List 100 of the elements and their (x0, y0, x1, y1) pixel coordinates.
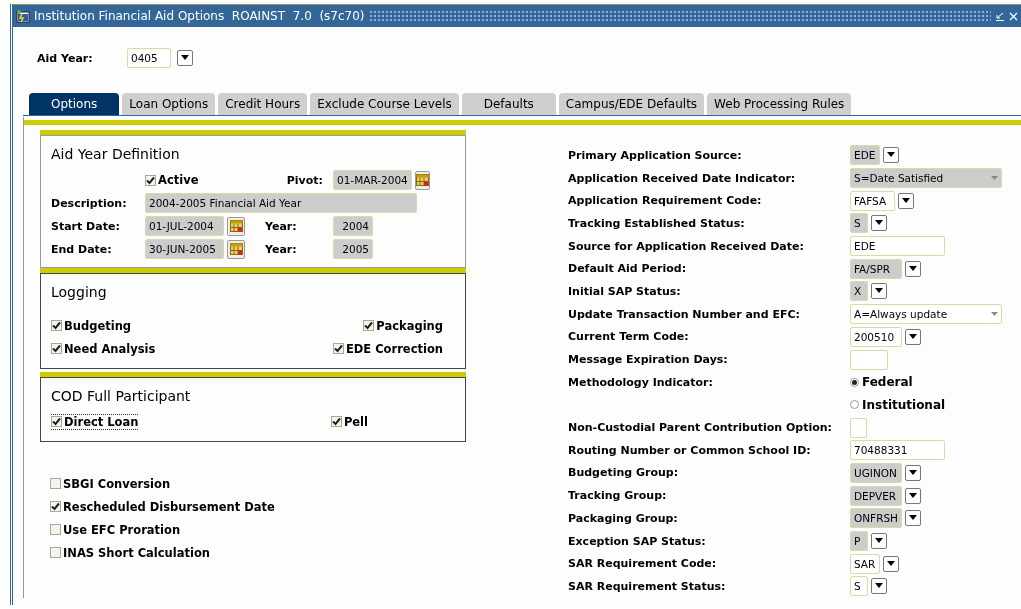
tab[interactable]: Defaults (461, 93, 556, 115)
dropdown-button[interactable] (871, 533, 887, 550)
checkbox[interactable] (363, 320, 375, 331)
input-field[interactable]: UGINON (850, 462, 903, 483)
tab[interactable]: Options (29, 93, 120, 115)
checkbox[interactable] (50, 547, 61, 558)
caret-icon (887, 560, 896, 567)
input-field[interactable]: DEPVER (850, 485, 903, 506)
input-field[interactable]: X (850, 281, 868, 302)
calendar-icon[interactable] (227, 216, 245, 236)
caret-icon (991, 175, 998, 181)
dropdown-button[interactable] (905, 260, 922, 277)
calendar-icon[interactable] (414, 170, 430, 190)
window-title: Institution Financial Aid Options ROAINST 7.0 (s7c70) (34, 9, 365, 23)
dropdown-field[interactable]: S=Date Satisfied (850, 168, 1002, 189)
dropdown-button[interactable] (898, 192, 914, 209)
input-field[interactable]: 70488331 (850, 440, 945, 461)
dropdown-button[interactable] (883, 555, 900, 572)
dropdown-field[interactable]: A=Always update (850, 304, 1002, 325)
checkbox[interactable] (51, 416, 62, 427)
field-label: End Date: (51, 242, 113, 256)
input-field[interactable]: 2005 (333, 239, 373, 259)
checkbox[interactable] (50, 524, 61, 535)
caret-icon (875, 538, 883, 545)
checkbox-option[interactable]: Use EFC Proration (50, 521, 181, 538)
dropdown-button[interactable] (883, 147, 900, 164)
checkbox[interactable] (330, 416, 342, 427)
input-field[interactable]: P (850, 531, 868, 552)
tab[interactable]: Campus/EDE Defaults (558, 93, 705, 115)
input-field[interactable]: EDE (850, 145, 881, 166)
input-field[interactable]: 01-JUL-2004 (145, 216, 225, 236)
field-label: Aid Year: (37, 51, 94, 65)
field-label: Application Received Date Indicator: (568, 171, 797, 185)
field-label: Tracking Group: (568, 489, 668, 503)
input-field[interactable]: 01-MAR-2004 (333, 170, 412, 190)
dropdown-button[interactable] (871, 578, 887, 595)
field-label: Exception SAP Status: (568, 534, 707, 548)
input-field[interactable] (850, 417, 867, 438)
caret-icon (909, 469, 918, 476)
input-field[interactable]: FA/SPR (850, 258, 903, 279)
dropdown-button[interactable] (905, 328, 922, 345)
checkbox[interactable] (51, 320, 62, 331)
caret-icon (875, 220, 883, 227)
field-label: Default Aid Period: (568, 262, 688, 276)
checkbox-option[interactable]: Direct Loan (51, 413, 139, 430)
input-field[interactable]: 200510 (850, 326, 903, 347)
input-field[interactable]: 2004-2005 Financial Aid Year (145, 193, 417, 213)
checkbox-option[interactable]: Need Analysis (51, 340, 156, 357)
caret-icon (181, 55, 189, 61)
checkbox-option[interactable]: Rescheduled Disbursement Date (50, 498, 275, 515)
close-icon[interactable] (1009, 11, 1018, 21)
tab[interactable]: Web Processing Rules (707, 93, 852, 115)
input-field[interactable]: S (850, 576, 868, 597)
input-field[interactable]: ONFRSH (850, 508, 903, 529)
input-field[interactable]: S (850, 213, 868, 234)
field-label: Update Transaction Number and EFC: (568, 307, 801, 321)
checkbox-option[interactable]: Active (145, 172, 245, 188)
checkbox[interactable] (145, 174, 156, 186)
radio-button[interactable] (850, 400, 859, 410)
dropdown-button[interactable] (905, 464, 922, 481)
checkbox-option[interactable]: Pell (330, 413, 368, 430)
input-field[interactable]: FAFSA (850, 190, 895, 211)
input-field[interactable]: EDE (850, 236, 945, 257)
caret-icon (909, 515, 918, 522)
dropdown-button[interactable] (871, 283, 887, 300)
checkbox-option[interactable]: Budgeting (51, 317, 132, 334)
tab[interactable]: Credit Hours (218, 93, 308, 115)
calendar-icon[interactable] (227, 239, 245, 259)
input-field[interactable] (850, 349, 888, 370)
tab[interactable]: Loan Options (122, 93, 216, 115)
tab[interactable]: Exclude Course Levels (310, 93, 459, 115)
checkbox[interactable] (50, 478, 61, 489)
field-label: Tracking Established Status: (568, 216, 746, 230)
checkbox-option[interactable]: SBGI Conversion (50, 475, 171, 492)
dropdown-button[interactable] (177, 50, 193, 66)
checkbox-option[interactable]: INAS Short Calculation (50, 544, 210, 561)
section-title: Logging (51, 284, 108, 300)
checkbox[interactable] (332, 343, 344, 354)
field-label: SAR Requirement Code: (568, 557, 718, 571)
checkbox[interactable] (50, 501, 61, 512)
checkbox[interactable] (51, 343, 62, 354)
field-label: Packaging Group: (568, 511, 679, 525)
field-label: Description: (51, 196, 128, 210)
checkbox-option[interactable]: EDE Correction (332, 340, 443, 357)
field-label: Start Date: (51, 219, 121, 233)
dropdown-button[interactable] (871, 215, 887, 232)
input-field[interactable]: 0405 (127, 48, 171, 68)
radio-button[interactable] (850, 377, 859, 387)
dropdown-button[interactable] (905, 487, 922, 504)
input-field[interactable]: SAR (850, 553, 881, 574)
input-field[interactable]: 2004 (333, 216, 373, 236)
field-label: Year: (265, 219, 298, 233)
minimize-icon[interactable] (995, 11, 1005, 21)
field-label: Pivot: (286, 173, 324, 187)
dropdown-button[interactable] (905, 510, 922, 527)
field-label: SAR Requirement Status: (568, 579, 727, 593)
input-field[interactable]: 30-JUN-2005 (145, 239, 225, 259)
field-label: Non-Custodial Parent Contribution Option: (568, 421, 833, 435)
app-icon (16, 9, 30, 23)
checkbox-option[interactable]: Packaging (363, 317, 443, 334)
